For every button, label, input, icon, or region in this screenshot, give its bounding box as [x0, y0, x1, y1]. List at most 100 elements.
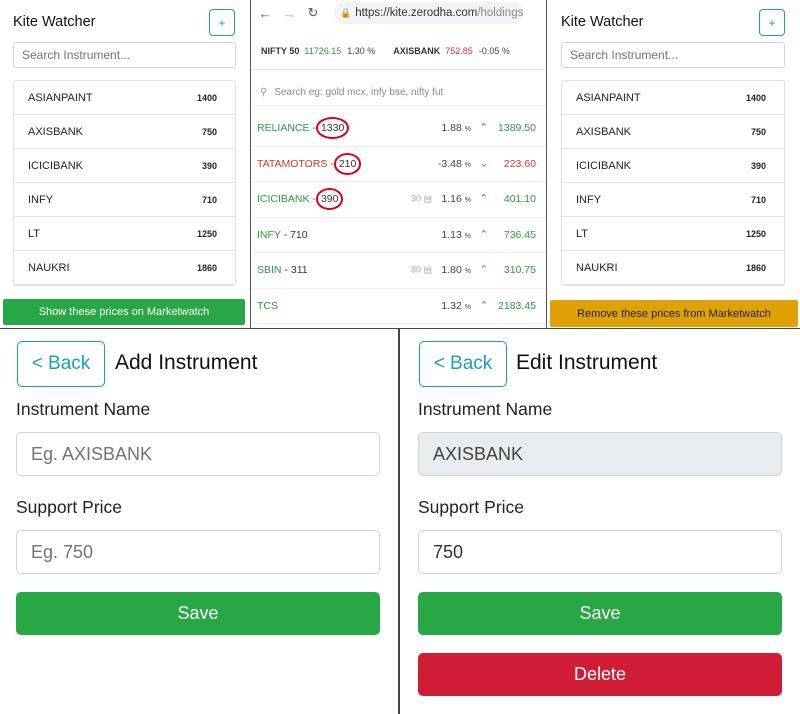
list-item[interactable]: LT 1250: [14, 217, 235, 251]
table-row[interactable]: ICICIBANK -390 30 ▤ 1.16 % ⌃ 401.10: [251, 182, 546, 218]
up-arrow-icon: ⌃: [479, 122, 488, 134]
add-instrument-form: < Back Add Instrument Instrument Name Su…: [0, 329, 398, 714]
list-item[interactable]: LT 1250: [562, 217, 784, 251]
row-change: 1.80 %: [441, 264, 471, 277]
save-button[interactable]: Save: [16, 592, 380, 635]
delete-button[interactable]: Delete: [418, 653, 782, 696]
index-value: 752.85: [445, 45, 473, 56]
row-ltp: 223.60: [503, 157, 536, 170]
address-bar[interactable]: 🔒 https://kite.zerodha.com/holdings: [334, 2, 524, 24]
instrument-name: NAUKRI: [576, 261, 618, 274]
watcher-title: Kite Watcher: [561, 14, 644, 30]
table-row[interactable]: RELIANCE -1330 1.88 % ⌃ 1389.50: [251, 111, 546, 147]
support-price: 390: [201, 160, 217, 171]
instrument-name: LT: [28, 227, 41, 240]
support-price: 710: [201, 194, 217, 205]
list-item[interactable]: INFY 710: [14, 183, 235, 217]
list-item[interactable]: AXISBANK 750: [14, 115, 235, 149]
table-row[interactable]: INFY - 710 1.13 % ⌃ 736.45: [251, 218, 546, 253]
row-change: 1.32 %: [441, 299, 471, 312]
index-ticker: NIFTY 50 11726.15 1.30 % AXISBANK 752.85…: [251, 32, 546, 70]
list-item[interactable]: ASIANPAINT 1400: [562, 81, 784, 115]
back-button[interactable]: < Back: [419, 341, 507, 387]
watcher-title: Kite Watcher: [13, 14, 96, 30]
up-arrow-icon: ⌃: [479, 229, 488, 241]
marketwatch-list: RELIANCE -1330 1.88 % ⌃ 1389.50 TATAMOTO…: [251, 111, 546, 324]
support-price: 1250: [196, 228, 217, 239]
plus-icon: +: [218, 15, 226, 30]
lock-icon: 🔒: [340, 7, 352, 18]
support-price: 390: [750, 160, 766, 171]
index-change: 1.30 %: [347, 45, 376, 56]
index-value: 11726.15: [304, 45, 342, 56]
up-arrow-icon: ⌃: [479, 264, 488, 276]
row-ltp: 2183.45: [498, 299, 536, 312]
instrument-name-label: Instrument Name: [418, 399, 553, 419]
forward-arrow-icon[interactable]: →: [282, 6, 296, 21]
row-change: 1.13 %: [441, 228, 471, 241]
holdings-badge: 80 ▤: [411, 264, 433, 275]
back-arrow-icon[interactable]: ←: [258, 6, 272, 21]
save-button[interactable]: Save: [418, 592, 782, 635]
instrument-list: ASIANPAINT 1400 AXISBANK 750 ICICIBANK 390 …: [13, 80, 236, 286]
search-placeholder: Search eg: gold mcx, infy bse, nifty fut: [274, 87, 444, 98]
row-symbol: INFY - 710: [257, 228, 308, 241]
add-instrument-button[interactable]: +: [759, 9, 785, 36]
instrument-name: ICICIBANK: [28, 159, 84, 172]
reload-icon[interactable]: ↻: [306, 5, 320, 21]
row-change: 1.16 %: [441, 193, 471, 206]
add-instrument-button[interactable]: +: [209, 9, 235, 36]
support-price: 710: [750, 194, 766, 205]
holdings-badge: 30 ▤: [411, 193, 433, 204]
edit-instrument-form: < Back Edit Instrument Instrument Name S…: [400, 329, 800, 714]
list-item[interactable]: NAUKRI 1860: [14, 251, 235, 285]
show-prices-button[interactable]: Show these prices on Marketwatch: [3, 299, 245, 325]
list-item[interactable]: ICICIBANK 390: [14, 149, 235, 183]
row-symbol: RELIANCE -1330: [257, 117, 350, 140]
support-price-highlight: 1330: [315, 117, 350, 140]
search-instrument-input[interactable]: [13, 42, 236, 68]
back-button[interactable]: < Back: [17, 341, 105, 387]
support-price-input[interactable]: [418, 530, 782, 574]
support-price: 1860: [196, 262, 217, 273]
list-item[interactable]: ASIANPAINT 1400: [14, 81, 235, 115]
index-symbol: AXISBANK: [393, 45, 441, 56]
support-price-highlight: 210: [333, 152, 362, 175]
instrument-name: AXISBANK: [28, 125, 84, 138]
list-item[interactable]: INFY 710: [562, 183, 784, 217]
remove-prices-button[interactable]: Remove these prices from Marketwatch: [550, 300, 798, 327]
instrument-name: ASIANPAINT: [28, 91, 93, 104]
search-instrument-input[interactable]: [561, 42, 785, 68]
down-arrow-icon: ⌄: [479, 158, 488, 170]
support-price-label: Support Price: [16, 497, 123, 517]
instrument-name: ICICIBANK: [576, 159, 632, 172]
plus-icon: +: [768, 15, 776, 30]
index-change: -0.05 %: [478, 45, 510, 56]
instrument-name: LT: [576, 227, 589, 240]
marketwatch-search[interactable]: ⚲ Search eg: gold mcx, infy bse, nifty f…: [251, 80, 546, 106]
support-price-input[interactable]: [16, 530, 380, 574]
instrument-name-input: [418, 432, 782, 476]
list-item[interactable]: NAUKRI 1860: [562, 251, 784, 285]
table-row[interactable]: SBIN - 311 80 ▤ 1.80 % ⌃ 310.75: [251, 253, 546, 289]
support-price: 750: [201, 126, 217, 137]
instrument-list: ASIANPAINT 1400 AXISBANK 750 ICICIBANK 390 …: [561, 80, 785, 286]
row-symbol: TCS: [257, 299, 278, 312]
up-arrow-icon: ⌃: [479, 300, 488, 312]
row-change: -3.48 %: [437, 157, 471, 170]
briefcase-icon: ▤: [423, 264, 433, 275]
row-symbol: ICICIBANK -390: [257, 188, 344, 211]
kite-watcher-panel-right: Kite Watcher + ASIANPAINT 1400 AXISBANK 75…: [547, 0, 800, 328]
list-fade: [547, 290, 800, 298]
table-row[interactable]: TATAMOTORS -210 -3.48 % ⌄ 223.60: [251, 147, 546, 182]
list-item[interactable]: ICICIBANK 390: [562, 149, 784, 183]
instrument-name-label: Instrument Name: [16, 399, 151, 419]
table-row[interactable]: TCS 1.32 % ⌃ 2183.45: [251, 289, 546, 324]
index-symbol: NIFTY 50: [261, 45, 300, 56]
instrument-name: INFY: [576, 193, 602, 206]
list-item[interactable]: AXISBANK 750: [562, 115, 784, 149]
instrument-name-input[interactable]: [16, 432, 380, 476]
support-price: 1400: [196, 92, 217, 103]
list-fade: [0, 290, 250, 298]
briefcase-icon: ▤: [423, 193, 433, 204]
